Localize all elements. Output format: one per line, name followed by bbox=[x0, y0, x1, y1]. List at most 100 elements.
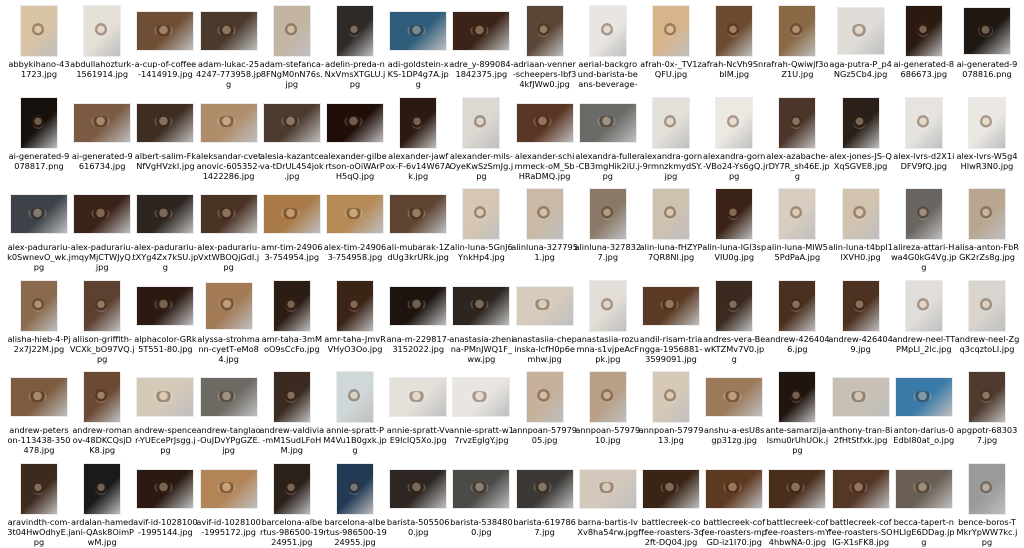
file-item[interactable]: alex-padurariu- tXYg4Zx7kSU.jp g bbox=[132, 185, 198, 272]
file-item[interactable]: alex-padurariu- k0SwnevO_wk.j pg bbox=[7, 185, 71, 272]
file-item[interactable]: andrew-426404 9.jpg bbox=[828, 277, 893, 355]
file-item[interactable]: alexander-gilbe rtson-oOiWArP H5qQ.jpg bbox=[323, 94, 387, 181]
file-item[interactable]: annie-spratt-Vv E9lcIQ5Xo.jpg bbox=[387, 368, 450, 446]
file-item[interactable]: alinluna-327832 7.jpg bbox=[574, 185, 641, 263]
file-item[interactable]: alin-luna-5GnJ6 YnkHp4.jpg bbox=[450, 185, 513, 263]
file-item[interactable]: barista-619786 7.jpg bbox=[513, 460, 576, 538]
file-item[interactable]: ai-generated-9 616734.jpg bbox=[71, 94, 133, 172]
file-item[interactable]: abdullahozturk- 1561914.jpg bbox=[70, 2, 134, 80]
file-item[interactable]: alex-tim-24906 3-754958.jpg bbox=[324, 185, 386, 263]
file-item[interactable]: barista-538480 0.jpg bbox=[450, 460, 513, 538]
file-item[interactable]: andrew-roman ov-48DKCQsjD K8.jpg bbox=[71, 368, 133, 455]
image-thumbnail bbox=[273, 372, 310, 422]
file-item[interactable]: annpoan-57979 13.jpg bbox=[639, 368, 703, 446]
file-item[interactable]: alexander-mils- OyeKwSzSmJg.j pg bbox=[450, 94, 513, 181]
file-item[interactable]: avif-id-1028100 -1995144.jpg bbox=[133, 460, 198, 538]
file-item[interactable]: alin-luna-fHZYP 7QR8NI.jpg bbox=[640, 185, 702, 263]
file-item[interactable]: a-cup-of-coffee -1414919.jpg bbox=[134, 2, 196, 80]
file-item[interactable]: alin-luna-MlW5 5PdPaA.jpg bbox=[766, 185, 828, 263]
file-item[interactable]: albert-salim-Fk NfVgHVzkI.jpg bbox=[134, 94, 196, 172]
file-item[interactable]: alphacolor-GRk 5T551-80.jpg bbox=[134, 277, 197, 355]
file-item[interactable]: alesia-kazantce va-tDrUL454jok .jpg bbox=[260, 94, 324, 181]
file-item[interactable]: adelin-preda-n NxVmsXTGLU.j pg bbox=[324, 2, 386, 89]
file-item[interactable]: afrah-Qwiwjf3o Z1U.jpg bbox=[766, 2, 829, 80]
file-item[interactable]: andrew-tanglao -OuJDvYPgGZE. jpg bbox=[196, 368, 261, 455]
file-item[interactable]: aerial-backgro und-barista-be ans-bevera… bbox=[575, 2, 640, 90]
file-item[interactable]: alyssa-strohma nn-cyetT-eMo8 4.jpg bbox=[197, 277, 260, 364]
file-item[interactable]: adam-lukac-25 4247-773958.jp g bbox=[196, 2, 261, 89]
file-item[interactable]: battlecreek-cof fee-roasters-mp GD-iz1I7… bbox=[701, 460, 767, 547]
file-item[interactable]: aleksandar-cvet anovic-605352- 1422286.j… bbox=[196, 94, 261, 181]
file-item[interactable]: alexandra-gorn -9rmnzkmydSY. jpg bbox=[640, 94, 702, 181]
file-item[interactable]: anastasiia-chep inska-lcfH0p6e mhw.jpg bbox=[512, 277, 577, 364]
file-item[interactable]: barcelona-albe rtus-986500-19 24951.jpg bbox=[260, 460, 324, 547]
file-item[interactable]: amr-taha-3mM oO9sCcFo.jpg bbox=[261, 277, 323, 355]
file-item[interactable]: annie-spratt-w1 7rvzEgIgY.jpg bbox=[449, 368, 514, 446]
file-item[interactable]: andrew-426404 6.jpg bbox=[765, 277, 830, 355]
file-item[interactable]: barista-505506 0.jpg bbox=[387, 460, 449, 538]
file-item[interactable]: alexandra-fuller -CB3mgHik2iU.j pg bbox=[575, 94, 640, 181]
file-item[interactable]: alinluna-327795 1.jpg bbox=[511, 185, 578, 263]
file-item[interactable]: alin-luna-lGl3sp VIU0g.jpg bbox=[702, 185, 766, 263]
file-item[interactable]: alex-padurariu- VxtWBOQjGdI.j pg bbox=[197, 185, 260, 272]
file-item[interactable]: andrew-neel-Zg q3cqztoLI.jpg bbox=[955, 277, 1019, 355]
file-item[interactable]: ardalan-hamed ani-QAsk8OimP wM.jpg bbox=[70, 460, 134, 547]
file-item[interactable]: adi-goldstein-x KS-1DP4g7A.jp g bbox=[387, 2, 449, 89]
file-item[interactable]: allison-griffith- VCXk_bO97VQ.j pg bbox=[70, 277, 135, 364]
file-item[interactable]: amr-tim-24906 3-754954.jpg bbox=[261, 185, 323, 263]
file-item[interactable]: adre_y-899084- 1842375.jpg bbox=[449, 2, 514, 80]
file-item[interactable]: anthony-tran-8i 2fHtStfxk.jpg bbox=[829, 368, 892, 446]
file-item[interactable]: battlecreek-co ffee-roasters-3q 2ft-DQ04… bbox=[638, 460, 704, 547]
thumbnail-frame bbox=[640, 372, 702, 422]
file-item[interactable]: anshu-a-esU8s gp31zg.jpg bbox=[703, 368, 765, 446]
file-item[interactable]: alisha-hieb-4-Pj 2x7J22M.jpg bbox=[7, 277, 71, 355]
file-item[interactable]: alexander-jawf ox-F-6v14W67A k.jpg bbox=[386, 94, 451, 181]
file-item[interactable]: ai-generated-8 686673.jpg bbox=[893, 2, 955, 80]
file-item[interactable]: andres-vera-Be wKTZMv7V0.jp g bbox=[703, 277, 765, 364]
file-item[interactable]: andrew-spence r-YUEcePrJsgg.j pg bbox=[134, 368, 197, 455]
file-item[interactable]: barcelona-albe rtus-986500-19 24955.jpg bbox=[323, 460, 387, 547]
file-item[interactable]: becca-tapert-n HLIgE6DDag.jp g bbox=[893, 460, 955, 547]
file-item[interactable]: apgpotr-68303 7.jpg bbox=[956, 368, 1018, 446]
file-item[interactable]: avif-id-1028100 -1995172.jpg bbox=[196, 460, 261, 538]
file-item[interactable]: annie-spratt-P M4Vu1B0gxk.jp g bbox=[323, 368, 387, 455]
file-item[interactable]: annpoan-57979 10.jpg bbox=[575, 368, 640, 446]
file-item[interactable]: alexandra-gorn -VBo24-Ys6gQ.j pg bbox=[703, 94, 765, 181]
file-item[interactable]: anastasia-zheni na-PMnJWQ1F_ ww.jpg bbox=[449, 277, 514, 364]
file-item[interactable]: alireza-attari-H wa4G0kG4Vg.jp g bbox=[891, 185, 957, 272]
file-item[interactable]: andrew-neel-TT PMpLI_2lc.jpg bbox=[892, 277, 955, 355]
file-item[interactable]: ana-m-229817- 3152022.jpg bbox=[387, 277, 450, 355]
file-item[interactable]: bence-boros-T MkrYpWW7kc.j pg bbox=[956, 460, 1018, 547]
file-item[interactable]: annpoan-57979 05.jpg bbox=[512, 368, 577, 446]
file-item[interactable]: andrew-valdivia -mM1SudLFoH M.jpg bbox=[259, 368, 324, 455]
file-item[interactable]: alexander-schi mmeck-oM_Sb HRaDMQ.jpg bbox=[514, 94, 576, 181]
file-item[interactable]: alex-lvrs-W5g4 HIwR3N0.jpg bbox=[956, 94, 1018, 172]
file-item[interactable]: ali-mubarak-1Z dUg3krURk.jpg bbox=[387, 185, 450, 263]
file-item[interactable]: afrah-0x-_TV1z QFU.jpg bbox=[640, 2, 702, 80]
file-item[interactable]: alex-padurariu- mqyMjCTWJyQ. jpg bbox=[71, 185, 134, 272]
file-item[interactable]: andrew-peters on-113438-350 478.jpg bbox=[8, 368, 71, 455]
file-item[interactable]: adam-stefanca- 8FNgM0nN76s. jpg bbox=[260, 2, 324, 89]
file-item[interactable]: ante-samarzija- lsmu0rUhUOk.j pg bbox=[765, 368, 829, 455]
file-item[interactable]: afrah-NcVh9Snr blM.jpg bbox=[702, 2, 767, 80]
file-item[interactable]: abbykihano-43 1723.jpg bbox=[8, 2, 70, 80]
file-item[interactable]: amr-taha-JmvR VHyO3Oo.jpg bbox=[324, 277, 386, 355]
file-item[interactable]: anton-darius-0 EdbI80at_o.jpg bbox=[893, 368, 955, 446]
file-item[interactable]: alisa-anton-FbR GK2rZs8g.jpg bbox=[955, 185, 1019, 263]
file-item[interactable]: aravindth-com- 3t04HwOdhyE.j pg bbox=[7, 460, 71, 547]
file-item[interactable]: alex-lvrs-d2X1i DFV9fQ.jpg bbox=[893, 94, 955, 172]
thumbnail-frame bbox=[766, 6, 828, 56]
file-item[interactable]: ai-generated-9 078817.png bbox=[8, 94, 70, 172]
file-item[interactable]: andil-risam-tria ngga-1956881- 3599091.j… bbox=[640, 277, 702, 364]
file-item[interactable]: battlecreek-cof fee-roasters-SO IG-X1sFK… bbox=[829, 460, 893, 547]
file-item[interactable]: ai-generated-9 078816.png bbox=[956, 2, 1018, 80]
file-item[interactable]: battlecreek-cof fee-roasters-mY 4hbwNA-0… bbox=[765, 460, 830, 547]
file-item[interactable]: anastasiia-rozu mna-s1vjpeAcF pk.jpg bbox=[576, 277, 639, 364]
file-item[interactable]: alex-azabache- rDY7R_sh46E.jp g bbox=[765, 94, 830, 181]
file-item[interactable]: alex-jones-JS-Q XqSGVE8.jpg bbox=[829, 94, 892, 172]
file-item[interactable]: alin-luna-t4bpI1 lXVH0.jpg bbox=[828, 185, 893, 263]
file-item[interactable]: aga-putra-P_p4 NGz5Cb4.jpg bbox=[829, 2, 892, 80]
file-item[interactable]: adriaan-venner -scheepers-Ibf3 4kfJWw0.j… bbox=[513, 2, 576, 89]
file-item[interactable]: barna-bartis-Iv Xv8ha54rw.jpg bbox=[577, 460, 639, 538]
image-thumbnail bbox=[463, 97, 500, 148]
